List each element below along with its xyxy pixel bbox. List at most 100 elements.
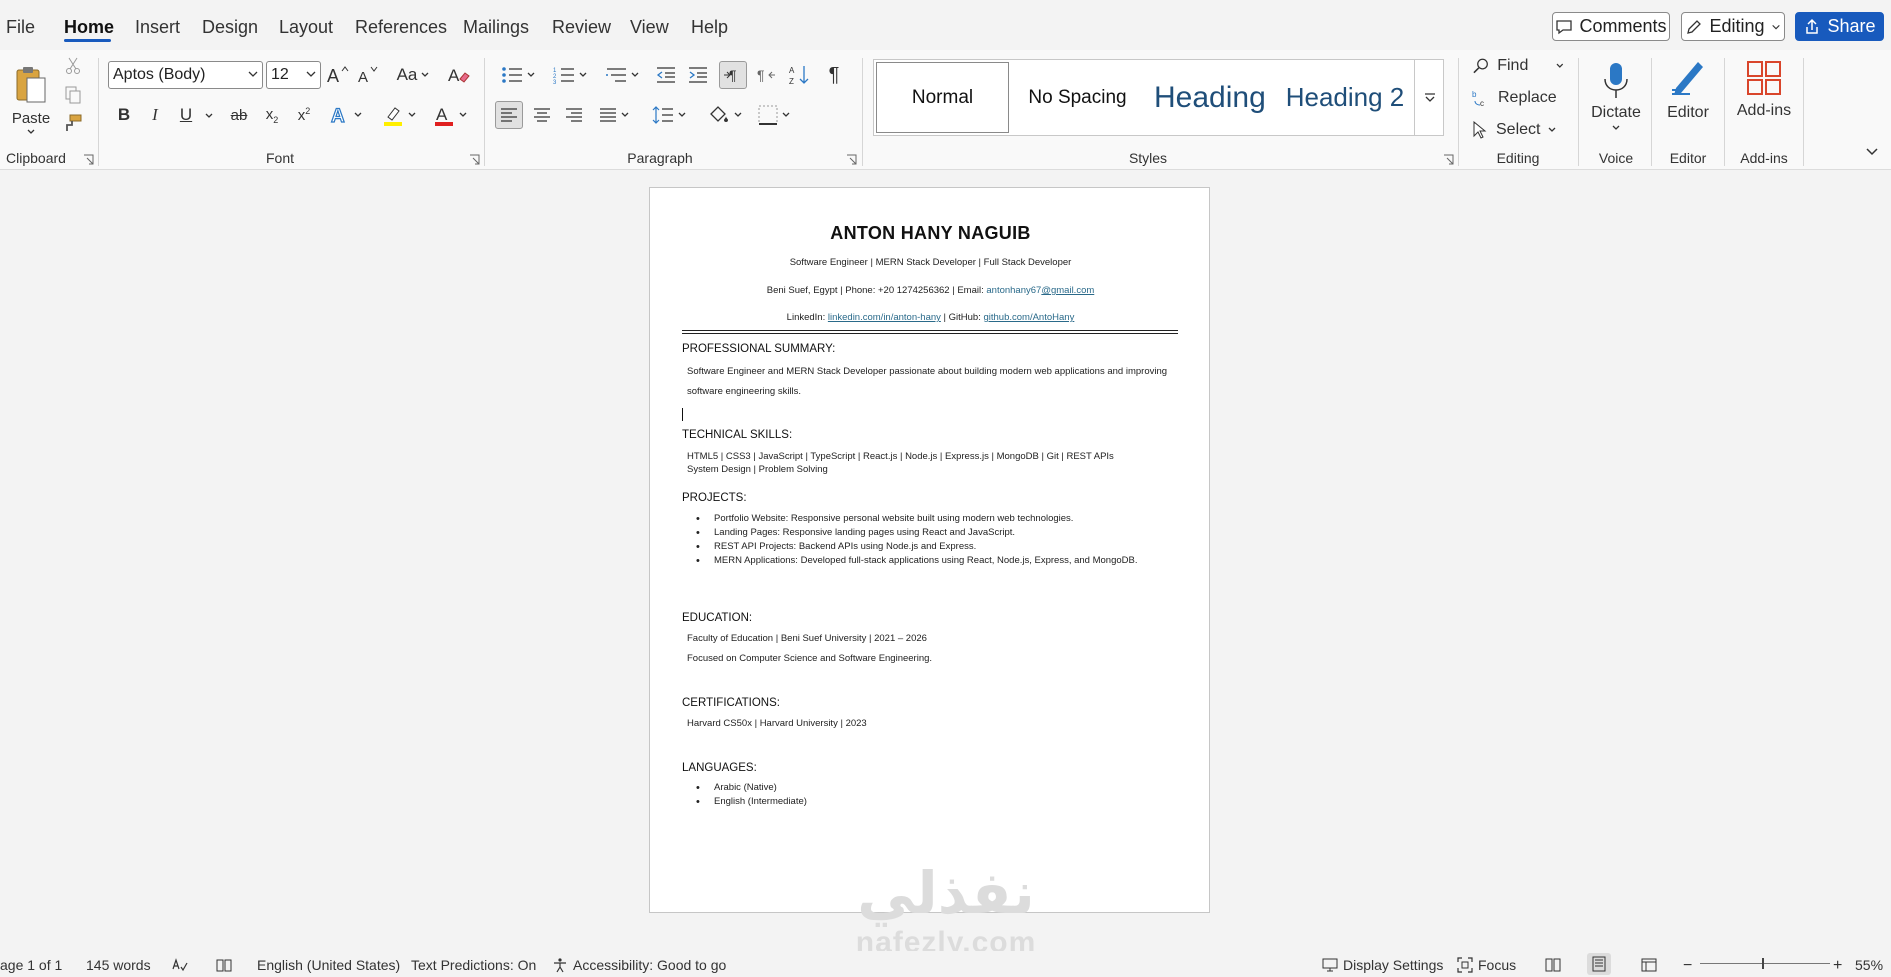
highlight-color-button[interactable]: [378, 102, 420, 128]
style-normal[interactable]: Normal: [876, 62, 1009, 133]
format-painter-button[interactable]: [62, 112, 84, 134]
grow-font-button[interactable]: A: [326, 62, 350, 88]
skills-heading: TECHNICAL SKILLS:: [682, 429, 793, 441]
collapse-ribbon-icon[interactable]: [1865, 147, 1879, 157]
menu-layout[interactable]: Layout: [279, 17, 333, 38]
dictate-button[interactable]: Dictate: [1586, 52, 1646, 140]
menu-home[interactable]: Home: [64, 17, 114, 38]
menu-help[interactable]: Help: [691, 17, 728, 38]
style-no-spacing[interactable]: No Spacing: [1011, 62, 1144, 133]
font-size-combo[interactable]: 12: [266, 61, 321, 89]
line-spacing-button[interactable]: [648, 102, 690, 128]
web-layout-view-button[interactable]: [1641, 957, 1657, 973]
zoom-out-button[interactable]: −: [1683, 957, 1692, 975]
add-ins-button[interactable]: Add-ins: [1733, 54, 1795, 126]
underline-button[interactable]: U: [174, 102, 198, 128]
show-formatting-button[interactable]: ¶: [822, 62, 846, 88]
share-button[interactable]: Share: [1795, 12, 1884, 41]
editing-mode-button[interactable]: Editing: [1681, 12, 1785, 41]
style-heading-1[interactable]: Heading 1: [1146, 62, 1276, 133]
font-color-button[interactable]: A: [429, 102, 471, 128]
bullets-button[interactable]: [497, 62, 539, 88]
dialog-launcher-icon[interactable]: [846, 154, 857, 165]
separator: [1578, 58, 1579, 166]
clear-formatting-button[interactable]: A: [446, 62, 472, 88]
shrink-font-button[interactable]: A: [357, 62, 381, 88]
zoom-in-button[interactable]: +: [1833, 957, 1842, 975]
select-label: Select: [1496, 121, 1541, 138]
align-left-button[interactable]: [495, 101, 523, 129]
find-button[interactable]: Find: [1472, 54, 1564, 78]
zoom-slider-thumb[interactable]: [1762, 958, 1764, 969]
proofing-status[interactable]: [172, 957, 188, 973]
right-to-left-button[interactable]: ¶: [754, 62, 778, 88]
chevron-down-icon: [27, 129, 35, 134]
strikethrough-button[interactable]: ab: [226, 102, 252, 128]
text-predictions-status[interactable]: Text Predictions: On: [411, 957, 536, 973]
chevron-down-icon[interactable]: [205, 113, 213, 119]
left-to-right-button[interactable]: ¶: [719, 61, 747, 89]
comments-button[interactable]: Comments: [1552, 12, 1670, 41]
menu-review[interactable]: Review: [552, 17, 611, 38]
style-heading-2[interactable]: Heading 2: [1278, 62, 1412, 133]
linkedin-link[interactable]: linkedin.com/in/anton-hany: [828, 312, 941, 323]
copy-button[interactable]: [62, 84, 84, 106]
editor-button[interactable]: Editor: [1660, 54, 1716, 126]
highlighter-icon: [384, 107, 402, 126]
chevron-down-icon: [421, 72, 429, 77]
focus-button[interactable]: Focus: [1457, 957, 1516, 973]
email-user[interactable]: antonhany67: [986, 285, 1041, 296]
paste-button[interactable]: Paste: [8, 54, 54, 144]
print-layout-view-button[interactable]: [1587, 953, 1611, 975]
dialog-launcher-icon[interactable]: [469, 154, 480, 165]
display-settings-button[interactable]: Display Settings: [1322, 957, 1443, 973]
align-right-button[interactable]: [562, 102, 586, 128]
zoom-slider-track[interactable]: [1700, 963, 1830, 964]
zoom-level[interactable]: 55%: [1855, 957, 1883, 973]
borders-button[interactable]: [753, 102, 795, 128]
text-effects-button[interactable]: A: [326, 102, 366, 128]
menu-insert[interactable]: Insert: [135, 17, 180, 38]
dialog-launcher-icon[interactable]: [83, 154, 94, 165]
document-canvas[interactable]: ANTON HANY NAGUIB Software Engineer | ME…: [0, 171, 1891, 951]
font-name-combo[interactable]: Aptos (Body): [108, 61, 263, 89]
menu-design[interactable]: Design: [202, 17, 258, 38]
education-line: Faculty of Education | Beni Suef Univers…: [687, 633, 927, 644]
replace-button[interactable]: bc Replace: [1472, 86, 1564, 110]
word-count[interactable]: 145 words: [86, 957, 151, 973]
italic-button[interactable]: I: [143, 102, 167, 128]
justify-button[interactable]: [594, 102, 634, 128]
decrease-indent-button[interactable]: [654, 62, 678, 88]
text-cursor: [682, 408, 683, 421]
menu-view[interactable]: View: [630, 17, 669, 38]
multilevel-list-button[interactable]: [601, 62, 643, 88]
language-status[interactable]: English (United States): [257, 957, 400, 973]
github-link[interactable]: github.com/AntoHany: [983, 312, 1074, 323]
borders-icon: [758, 105, 778, 125]
email-domain-link[interactable]: @gmail.com: [1041, 285, 1094, 296]
increase-indent-button[interactable]: [686, 62, 710, 88]
bold-button[interactable]: B: [112, 102, 136, 128]
select-button[interactable]: Select: [1472, 118, 1564, 142]
list-item: Portfolio Website: Responsive personal w…: [696, 512, 1166, 526]
sort-button[interactable]: AZ: [788, 62, 812, 88]
accessibility-status[interactable]: Accessibility: Good to go: [552, 957, 726, 973]
dialog-launcher-icon[interactable]: [1443, 154, 1454, 165]
styles-more-button[interactable]: [1414, 59, 1444, 136]
document-page[interactable]: ANTON HANY NAGUIB Software Engineer | ME…: [649, 187, 1210, 913]
read-mode-view-button[interactable]: [1545, 957, 1561, 973]
separator: [1724, 58, 1725, 166]
change-case-button[interactable]: Aa: [393, 62, 433, 88]
shading-button[interactable]: [704, 102, 746, 128]
menu-references[interactable]: References: [355, 17, 447, 38]
page-count[interactable]: age 1 of 1: [0, 957, 62, 973]
menu-mailings[interactable]: Mailings: [463, 17, 529, 38]
chevron-down-icon: [1612, 125, 1620, 130]
numbering-button[interactable]: 123: [549, 62, 591, 88]
menu-file[interactable]: File: [6, 17, 35, 38]
superscript-button[interactable]: x2: [292, 102, 316, 128]
cut-button[interactable]: [62, 55, 84, 77]
align-center-button[interactable]: [530, 102, 554, 128]
subscript-button[interactable]: x2: [260, 102, 284, 128]
read-mode-status[interactable]: [216, 957, 232, 973]
